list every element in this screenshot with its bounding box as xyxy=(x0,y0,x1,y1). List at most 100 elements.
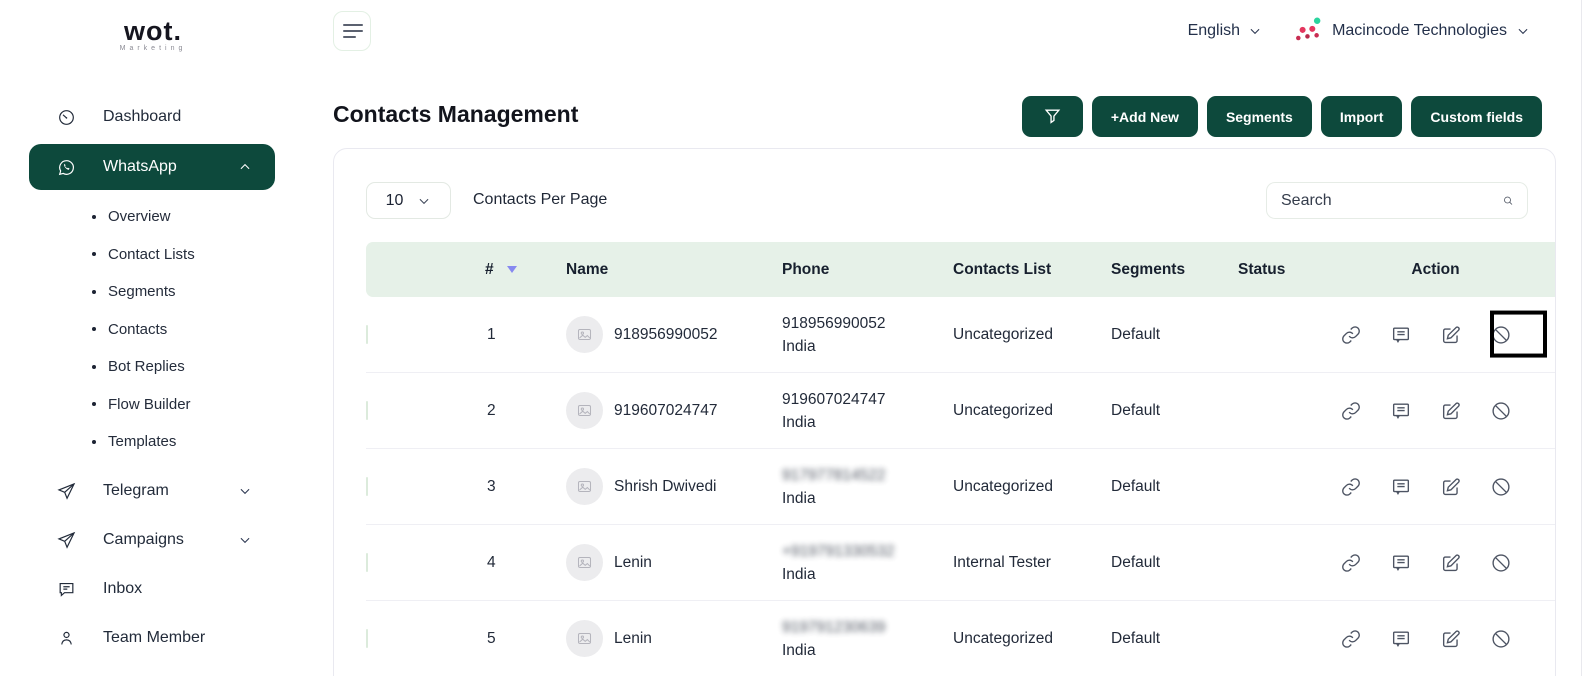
custom-fields-button[interactable]: Custom fields xyxy=(1411,96,1542,137)
row-index: 2 xyxy=(441,402,551,420)
sidebar-item-inbox[interactable]: Inbox xyxy=(0,565,304,614)
window-edge xyxy=(1581,0,1582,676)
row-actions xyxy=(1316,313,1555,357)
contact-name: Lenin xyxy=(614,630,652,648)
sidebar-toggle-button[interactable] xyxy=(333,11,371,51)
sidebar-subitem-flow-builder[interactable]: Flow Builder xyxy=(0,386,304,424)
table-row: 1 918956990052 918956990052 India Uncate… xyxy=(366,297,1555,373)
sidebar-item-campaigns[interactable]: Campaigns xyxy=(0,516,304,565)
image-placeholder-icon xyxy=(576,554,593,571)
message-icon[interactable] xyxy=(1390,324,1412,346)
sidebar-subitem-overview[interactable]: Overview xyxy=(0,198,304,236)
link-icon[interactable] xyxy=(1340,400,1362,422)
segment-value: Default xyxy=(1096,630,1211,648)
phone-number: 919607024747 xyxy=(782,388,938,411)
bullet-icon xyxy=(92,365,96,369)
contacts-card: 10 Contacts Per Page # Name Phone Contac… xyxy=(333,148,1556,676)
edit-icon[interactable] xyxy=(1440,324,1462,346)
filter-button[interactable] xyxy=(1022,96,1083,137)
phone-country: India xyxy=(782,563,938,586)
per-page-value: 10 xyxy=(386,192,404,210)
phone-number: +919791330532 xyxy=(782,540,938,563)
per-page-select[interactable]: 10 xyxy=(366,182,451,219)
edit-icon[interactable] xyxy=(1440,476,1462,498)
phone-country: India xyxy=(782,335,938,358)
message-icon[interactable] xyxy=(1390,552,1412,574)
sidebar-subitem-contact-lists[interactable]: Contact Lists xyxy=(0,236,304,274)
block-icon[interactable] xyxy=(1490,476,1512,498)
search-icon[interactable] xyxy=(1502,192,1514,209)
sidebar-subitem-templates[interactable]: Templates xyxy=(0,423,304,461)
sort-descending-icon[interactable] xyxy=(507,266,517,273)
search-input[interactable] xyxy=(1267,192,1502,210)
language-label: English xyxy=(1188,22,1240,40)
row-actions xyxy=(1316,465,1555,509)
message-icon[interactable] xyxy=(1390,628,1412,650)
image-placeholder-icon xyxy=(576,326,593,343)
message-icon[interactable] xyxy=(1390,476,1412,498)
hamburger-icon xyxy=(343,24,363,26)
sidebar-subitem-contacts[interactable]: Contacts xyxy=(0,311,304,349)
row-checkbox[interactable] xyxy=(366,553,368,572)
avatar xyxy=(566,544,603,581)
row-checkbox[interactable] xyxy=(366,629,368,648)
chevron-up-icon xyxy=(238,160,252,174)
toolbar: +Add New Segments Import Custom fields xyxy=(1022,96,1542,137)
phone-number: 918956990052 xyxy=(782,312,938,335)
add-new-button[interactable]: +Add New xyxy=(1092,96,1198,137)
edit-icon[interactable] xyxy=(1440,552,1462,574)
edit-icon[interactable] xyxy=(1440,628,1462,650)
sidebar-subitem-bot-replies[interactable]: Bot Replies xyxy=(0,348,304,386)
phone-number: 917977814522 xyxy=(782,464,938,487)
column-header-contacts-list: Contacts List xyxy=(938,261,1096,279)
link-icon[interactable] xyxy=(1340,628,1362,650)
import-button[interactable]: Import xyxy=(1321,96,1403,137)
block-icon[interactable] xyxy=(1490,324,1512,346)
sidebar-item-label: Team Member xyxy=(103,629,205,647)
link-icon[interactable] xyxy=(1340,552,1362,574)
column-header-name: Name xyxy=(551,261,767,279)
block-icon[interactable] xyxy=(1490,400,1512,422)
segment-value: Default xyxy=(1096,402,1211,420)
segments-button[interactable]: Segments xyxy=(1207,96,1312,137)
column-header-segments: Segments xyxy=(1096,261,1211,279)
row-index: 1 xyxy=(441,326,551,344)
contacts-list-value: Uncategorized xyxy=(938,630,1096,648)
sidebar-item-dashboard[interactable]: Dashboard xyxy=(0,95,304,139)
sidebar-subitem-segments[interactable]: Segments xyxy=(0,273,304,311)
phone-country: India xyxy=(782,487,938,510)
sidebar-item-telegram[interactable]: Telegram xyxy=(0,467,304,516)
phone-country: India xyxy=(782,639,938,662)
avatar xyxy=(566,620,603,657)
table-row: 5 Lenin 919791230639 India Uncategorized… xyxy=(366,601,1555,676)
segment-value: Default xyxy=(1096,478,1211,496)
language-dropdown[interactable]: English xyxy=(1188,22,1262,40)
bullet-icon xyxy=(92,252,96,256)
sidebar-item-whatsapp[interactable]: WhatsApp xyxy=(29,144,275,190)
message-icon[interactable] xyxy=(1390,400,1412,422)
sidebar-item-team-member[interactable]: Team Member xyxy=(0,614,304,663)
account-dropdown[interactable]: Macincode Technologies xyxy=(1332,22,1530,40)
column-header-action: Action xyxy=(1316,261,1555,279)
row-checkbox[interactable] xyxy=(366,401,368,420)
table-row: 2 919607024747 919607024747 India Uncate… xyxy=(366,373,1555,449)
column-header-status: Status xyxy=(1211,261,1316,279)
segment-value: Default xyxy=(1096,326,1211,344)
row-index: 4 xyxy=(441,554,551,572)
link-icon[interactable] xyxy=(1340,476,1362,498)
person-icon xyxy=(57,629,76,648)
segment-value: Default xyxy=(1096,554,1211,572)
avatar xyxy=(566,392,603,429)
row-checkbox[interactable] xyxy=(366,325,368,344)
column-header-index[interactable]: # xyxy=(441,261,551,279)
block-icon[interactable] xyxy=(1490,628,1512,650)
link-icon[interactable] xyxy=(1340,324,1362,346)
whatsapp-icon xyxy=(57,158,76,177)
edit-icon[interactable] xyxy=(1440,400,1462,422)
paper-plane-icon xyxy=(57,531,76,550)
block-icon[interactable] xyxy=(1490,552,1512,574)
contact-name: 919607024747 xyxy=(614,402,717,420)
chevron-down-icon xyxy=(417,194,431,208)
row-checkbox[interactable] xyxy=(366,477,368,496)
table-row: 4 Lenin +919791330532 India Internal Tes… xyxy=(366,525,1555,601)
